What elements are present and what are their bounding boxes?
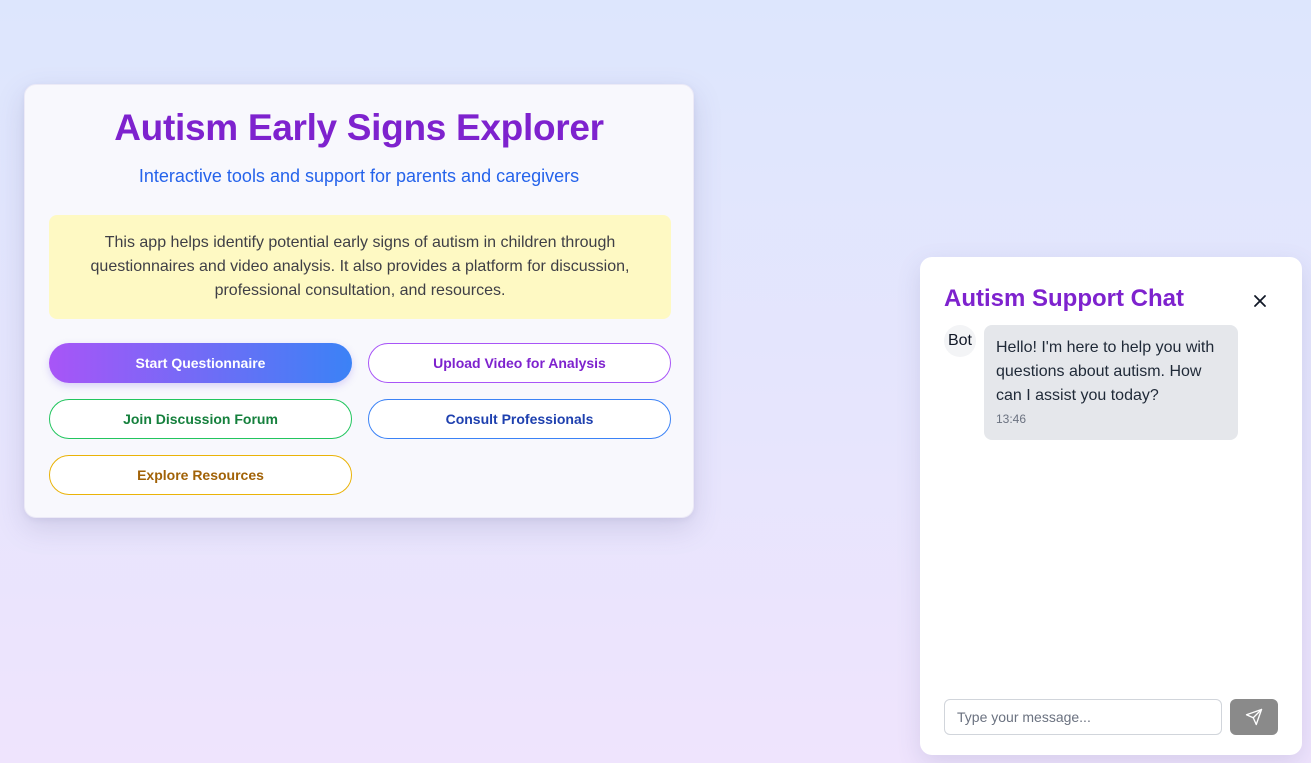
explore-resources-button[interactable]: Explore Resources: [49, 455, 352, 495]
start-questionnaire-button[interactable]: Start Questionnaire: [49, 343, 352, 383]
bot-avatar-label: Bot: [947, 332, 972, 349]
message-text: Hello! I'm here to help you with questio…: [996, 339, 1215, 404]
close-icon: [1254, 295, 1266, 307]
send-button[interactable]: [1230, 699, 1278, 735]
info-box: This app helps identify potential early …: [49, 215, 671, 319]
main-card: Autism Early Signs Explorer Interactive …: [24, 84, 694, 518]
chat-panel: Autism Support Chat Bot Hello! I'm here …: [920, 257, 1302, 755]
message-timestamp: 13:46: [996, 412, 1027, 426]
bot-avatar: Bot: [944, 325, 976, 357]
app-subtitle: Interactive tools and support for parent…: [138, 166, 580, 186]
bot-message: Hello! I'm here to help you with questio…: [984, 325, 1238, 440]
close-chat-button[interactable]: [1248, 289, 1272, 313]
consult-professionals-button[interactable]: Consult Professionals: [368, 399, 671, 439]
app-title: Autism Early Signs Explorer: [114, 107, 604, 148]
chat-title: Autism Support Chat: [944, 285, 1184, 312]
join-forum-button[interactable]: Join Discussion Forum: [49, 399, 352, 439]
info-text: This app helps identify potential early …: [90, 234, 630, 299]
upload-video-button[interactable]: Upload Video for Analysis: [368, 343, 671, 383]
send-icon: [1245, 708, 1263, 726]
message-input[interactable]: [944, 699, 1222, 735]
